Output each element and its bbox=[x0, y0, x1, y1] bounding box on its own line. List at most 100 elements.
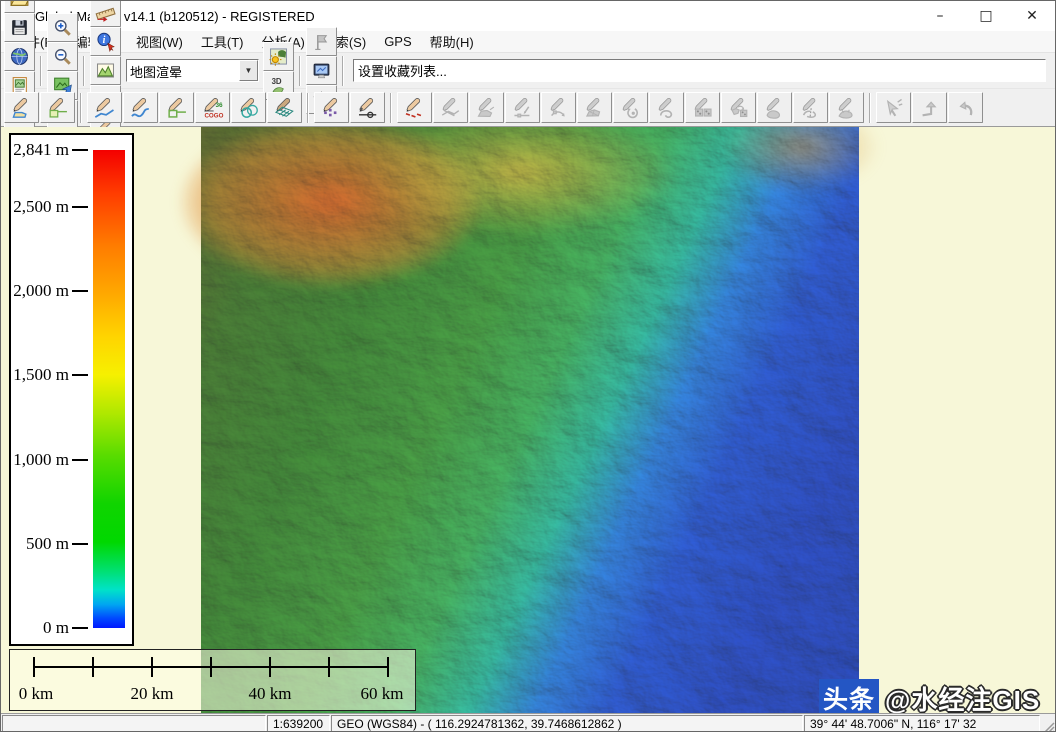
create-rectangle-area-button[interactable] bbox=[40, 92, 75, 123]
zoom-out-icon bbox=[52, 46, 73, 67]
create-point-icon bbox=[320, 96, 343, 119]
create-cogo-line-icon: 36COGO bbox=[201, 96, 224, 119]
rotate-feature-button[interactable] bbox=[613, 92, 648, 123]
create-area-icon bbox=[10, 96, 33, 119]
global-mapper-window: Global Mapper v14.1 (b120512) - REGISTER… bbox=[0, 0, 1056, 732]
legend-tick bbox=[72, 374, 88, 376]
menu-item-gps[interactable]: GPS bbox=[375, 32, 420, 51]
measure-tool-icon bbox=[95, 2, 116, 23]
smooth-feature-icon bbox=[835, 96, 858, 119]
scale-label: 20 km bbox=[131, 684, 174, 704]
gps-display-icon bbox=[311, 60, 332, 81]
scale-label: 40 km bbox=[249, 684, 292, 704]
create-curve-icon bbox=[129, 96, 152, 119]
legend-tick bbox=[72, 543, 88, 545]
create-point-on-line-icon bbox=[356, 96, 379, 119]
close-button[interactable]: ✕ bbox=[1009, 1, 1055, 31]
svg-text:36: 36 bbox=[215, 102, 223, 109]
remove-vertex-icon bbox=[547, 96, 570, 119]
smooth-feature-button[interactable] bbox=[829, 92, 864, 123]
create-point-button[interactable] bbox=[314, 92, 349, 123]
watermark-handle: @水经注GIS bbox=[885, 680, 1040, 713]
watermark: 头条 @水经注GIS bbox=[819, 679, 1040, 713]
create-line-button[interactable] bbox=[87, 92, 122, 123]
svg-text:3D: 3D bbox=[272, 77, 282, 86]
create-area-button[interactable] bbox=[4, 92, 39, 123]
legend-tick bbox=[72, 149, 88, 151]
reshape-feature-icon bbox=[583, 96, 606, 119]
select-vertices-button[interactable] bbox=[876, 92, 911, 123]
shader-options-button[interactable] bbox=[263, 42, 294, 71]
map-canvas[interactable] bbox=[201, 127, 859, 713]
copy-attributes-icon bbox=[727, 96, 750, 119]
favorites-list-input[interactable] bbox=[353, 59, 1046, 82]
save-button[interactable] bbox=[4, 13, 35, 42]
elevation-gradient-bar bbox=[93, 150, 125, 628]
merge-features-button[interactable] bbox=[757, 92, 792, 123]
open-file-button[interactable] bbox=[4, 0, 35, 13]
create-curve-button[interactable] bbox=[123, 92, 158, 123]
insert-vertex-icon bbox=[511, 96, 534, 119]
remove-vertex-button[interactable] bbox=[541, 92, 576, 123]
select-vertices-icon bbox=[882, 96, 905, 119]
create-cogo-line-button[interactable]: 36COGO bbox=[195, 92, 230, 123]
measure-tool-button[interactable] bbox=[90, 0, 121, 27]
cut-feature-button[interactable] bbox=[433, 92, 468, 123]
download-online-data-button[interactable] bbox=[4, 42, 35, 71]
move-feature-button[interactable] bbox=[469, 92, 504, 123]
insert-vertex-button[interactable] bbox=[505, 92, 540, 123]
copy-attributes-button[interactable] bbox=[721, 92, 756, 123]
create-rectangle-line-icon bbox=[165, 96, 188, 119]
create-waypoint-icon bbox=[311, 31, 332, 52]
scale-bar-ticks bbox=[10, 650, 415, 710]
menu-item-view[interactable]: 视图(W) bbox=[127, 30, 192, 53]
move-feature-icon bbox=[475, 96, 498, 119]
scale-label: 0 km bbox=[19, 684, 53, 704]
offset-feature-icon bbox=[918, 96, 941, 119]
toolbar-separator bbox=[299, 56, 301, 86]
distance-scale-bar: 0 km 20 km 40 km 60 km bbox=[9, 649, 416, 711]
menu-item-tools[interactable]: 工具(T) bbox=[192, 30, 253, 53]
maximize-button[interactable]: □ bbox=[963, 1, 1009, 31]
undo-digitization-button[interactable] bbox=[948, 92, 983, 123]
create-grid-icon bbox=[273, 96, 296, 119]
zoom-in-button[interactable] bbox=[47, 13, 78, 42]
offset-feature-button[interactable] bbox=[912, 92, 947, 123]
cut-feature-icon bbox=[439, 96, 462, 119]
toolbar-separator bbox=[390, 93, 392, 123]
split-feature-button[interactable] bbox=[793, 92, 828, 123]
zoom-out-button[interactable] bbox=[47, 42, 78, 71]
status-message-panel bbox=[2, 715, 266, 732]
resize-grip[interactable] bbox=[1041, 714, 1055, 732]
feature-info-tool-icon: i bbox=[95, 31, 116, 52]
feature-info-tool-button[interactable]: i bbox=[90, 27, 121, 56]
main-toolbar: i 地图渲晕 ▼ 3D bbox=[1, 53, 1055, 89]
shader-combobox-value: 地图渲晕 bbox=[127, 60, 239, 81]
toolbar-separator bbox=[40, 56, 42, 86]
shader-combobox[interactable]: 地图渲晕 ▼ bbox=[126, 59, 259, 82]
toolbar-separator bbox=[342, 56, 344, 86]
gps-display-button[interactable] bbox=[306, 56, 337, 85]
menu-item-help[interactable]: 帮助(H) bbox=[421, 30, 483, 53]
merge-features-icon bbox=[763, 96, 786, 119]
create-rectangle-line-button[interactable] bbox=[159, 92, 194, 123]
attribute-grid-button[interactable] bbox=[685, 92, 720, 123]
path-profile-tool-icon bbox=[95, 60, 116, 81]
reshape-feature-button[interactable] bbox=[577, 92, 612, 123]
chevron-down-icon[interactable]: ▼ bbox=[239, 60, 258, 81]
create-waypoint-button[interactable] bbox=[306, 27, 337, 56]
create-point-on-line-button[interactable] bbox=[350, 92, 385, 123]
scale-feature-button[interactable] bbox=[649, 92, 684, 123]
minimize-button[interactable]: – bbox=[917, 1, 963, 31]
create-grid-button[interactable] bbox=[267, 92, 302, 123]
shader-options-icon bbox=[268, 46, 289, 67]
menu-bar: 文件(F)编辑(E)视图(W)工具(T)分析(A)搜索(S)GPS帮助(H) bbox=[1, 31, 1055, 53]
path-profile-tool-button[interactable] bbox=[90, 56, 121, 85]
create-circle-button[interactable] bbox=[231, 92, 266, 123]
toolbar-separator bbox=[869, 93, 871, 123]
watermark-badge: 头条 bbox=[819, 679, 879, 713]
edit-feature-button[interactable] bbox=[397, 92, 432, 123]
attribute-grid-icon bbox=[691, 96, 714, 119]
split-feature-icon bbox=[799, 96, 822, 119]
create-rectangle-area-icon bbox=[46, 96, 69, 119]
